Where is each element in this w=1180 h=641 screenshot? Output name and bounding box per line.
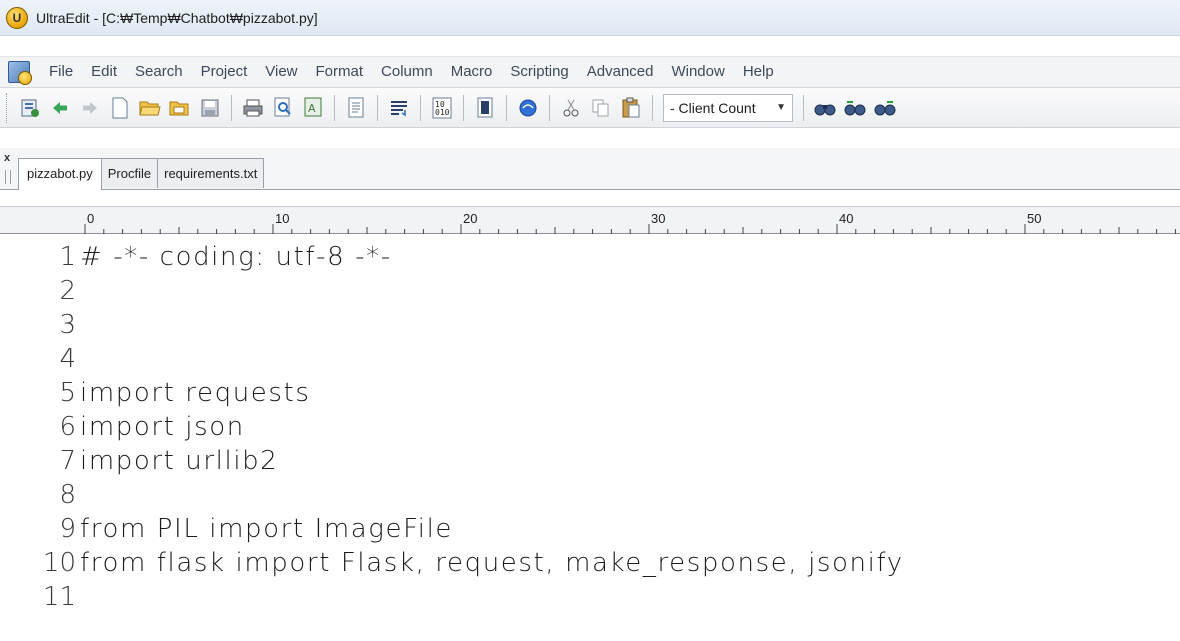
toolbar-separator <box>231 94 232 121</box>
line-number: 10 <box>42 548 76 578</box>
ruler-label: 20 <box>463 211 477 226</box>
paste-icon[interactable] <box>618 95 644 121</box>
copy-icon[interactable] <box>588 95 614 121</box>
svg-text:A: A <box>308 102 316 115</box>
toolbar-separator <box>377 94 378 121</box>
window-title: UltraEdit - [C:₩Temp₩Chatbot₩pizzabot.py… <box>36 9 318 26</box>
menu-view[interactable]: View <box>256 56 306 88</box>
file-list-icon[interactable] <box>17 95 43 121</box>
macro-select-value: - Client Count <box>670 99 756 116</box>
line-number: 6 <box>59 412 76 442</box>
menu-edit[interactable]: Edit <box>82 56 126 88</box>
save-icon[interactable] <box>197 95 223 121</box>
code-line[interactable]: 9 from PIL import ImageFile <box>0 512 453 546</box>
macro-select-dropdown[interactable]: - Client Count ▼ <box>663 93 793 122</box>
cut-icon[interactable] <box>558 95 584 121</box>
code-line[interactable]: 6 import json <box>0 410 245 444</box>
menu-bar: File Edit Search Project View Format Col… <box>0 56 1180 88</box>
toolbar-separator <box>652 94 653 121</box>
code-line[interactable]: 11 <box>0 580 80 614</box>
line-number: 1 <box>59 242 76 272</box>
menu-scripting[interactable]: Scripting <box>501 56 577 88</box>
tab-procfile[interactable]: Procfile <box>100 158 159 188</box>
document-menu-icon[interactable] <box>8 61 32 85</box>
toolbar-separator <box>420 94 421 121</box>
chevron-down-icon: ▼ <box>776 102 786 113</box>
menu-advanced[interactable]: Advanced <box>578 56 663 88</box>
ultraedit-app-icon[interactable]: U <box>6 6 28 29</box>
code-line[interactable]: 7 import urllib2 <box>0 444 278 478</box>
title-bar: U UltraEdit - [C:₩Temp₩Chatbot₩pizzabot.… <box>0 0 1180 36</box>
code-line[interactable]: 1 # -*- coding: utf-8 -*- <box>0 240 392 274</box>
line-number: 3 <box>59 310 76 340</box>
code-line[interactable]: 2 <box>0 274 80 308</box>
svg-text:010: 010 <box>435 108 450 117</box>
file-tabs: pizzabot.py Procfile requirements.txt <box>18 158 265 190</box>
column-mode-icon[interactable] <box>472 95 498 121</box>
line-number: 5 <box>59 378 76 408</box>
tab-strip-grip[interactable] <box>5 170 11 184</box>
line-number: 7 <box>59 446 76 476</box>
ruler-label: 10 <box>275 211 289 226</box>
page-setup-icon[interactable]: A <box>300 95 326 121</box>
menu-macro[interactable]: Macro <box>442 56 502 88</box>
line-code-text[interactable]: from PIL import ImageFile <box>80 514 453 544</box>
code-editor[interactable]: 1 # -*- coding: utf-8 -*- 2 3 4 5 import reque… <box>0 234 1180 641</box>
line-number: 8 <box>59 480 76 510</box>
print-preview-icon[interactable] <box>270 95 296 121</box>
ruler-label: 40 <box>839 211 853 226</box>
ruler-label: 50 <box>1027 211 1041 226</box>
file-tab-strip: x pizzabot.py Procfile requirements.txt <box>0 148 1180 190</box>
line-number: 11 <box>42 582 76 612</box>
print-icon[interactable] <box>240 95 266 121</box>
document-icon[interactable] <box>343 95 369 121</box>
line-code-text[interactable]: import requests <box>80 378 311 408</box>
main-toolbar: A 10 010 - Client Count ▼ <box>0 88 1180 128</box>
menu-column[interactable]: Column <box>372 56 442 88</box>
code-line[interactable]: 5 import requests <box>0 376 311 410</box>
toolbar-separator <box>463 94 464 121</box>
line-code-text[interactable]: # -*- coding: utf-8 -*- <box>80 242 392 272</box>
code-line[interactable]: 10 from flask import Flask, request, make… <box>0 546 904 580</box>
line-number: 4 <box>59 344 76 374</box>
new-file-icon[interactable] <box>107 95 133 121</box>
forward-arrow-icon[interactable] <box>77 95 103 121</box>
line-code-text[interactable]: from flask import Flask, request, make_r… <box>80 548 904 578</box>
menu-search[interactable]: Search <box>126 56 192 88</box>
back-arrow-icon[interactable] <box>47 95 73 121</box>
column-ruler: 0 10 20 30 40 50 <box>0 206 1180 234</box>
ruler-label: 0 <box>87 211 94 226</box>
close-icon[interactable]: x <box>4 152 10 164</box>
menu-window[interactable]: Window <box>662 56 733 88</box>
code-line[interactable]: 4 <box>0 342 80 376</box>
menu-format[interactable]: Format <box>307 56 373 88</box>
ruler-scale: 0 10 20 30 40 50 <box>84 211 1176 234</box>
toolbar-separator <box>334 94 335 121</box>
find-next-icon[interactable] <box>872 95 898 121</box>
toolbar-separator <box>549 94 550 121</box>
menu-file[interactable]: File <box>40 56 82 88</box>
tab-pizzabot-py[interactable]: pizzabot.py <box>18 158 102 190</box>
web-browser-icon[interactable] <box>515 95 541 121</box>
toolbar-separator <box>506 94 507 121</box>
toolbar-grip[interactable] <box>6 92 9 123</box>
line-code-text[interactable]: import json <box>80 412 245 442</box>
close-folder-icon[interactable] <box>167 95 193 121</box>
toolbar-separator <box>803 94 804 121</box>
code-line[interactable]: 3 <box>0 308 80 342</box>
word-wrap-icon[interactable] <box>386 95 412 121</box>
find-previous-icon[interactable] <box>842 95 868 121</box>
menu-help[interactable]: Help <box>734 56 783 88</box>
line-code-text[interactable]: import urllib2 <box>80 446 278 476</box>
menu-project[interactable]: Project <box>192 56 257 88</box>
line-number: 9 <box>59 514 76 544</box>
ruler-label: 30 <box>651 211 665 226</box>
tab-requirements-txt[interactable]: requirements.txt <box>157 158 265 188</box>
line-number: 2 <box>59 276 76 306</box>
hex-mode-icon[interactable]: 10 010 <box>429 95 455 121</box>
code-line[interactable]: 8 <box>0 478 80 512</box>
open-folder-icon[interactable] <box>137 95 163 121</box>
find-icon[interactable] <box>812 95 838 121</box>
